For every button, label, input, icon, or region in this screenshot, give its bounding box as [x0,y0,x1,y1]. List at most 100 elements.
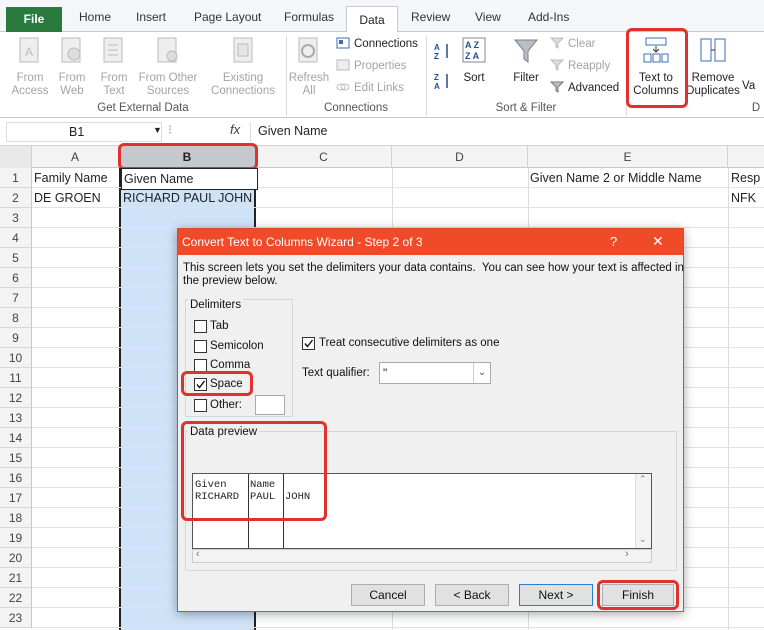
tab-checkbox[interactable] [194,320,207,333]
row-header-17[interactable]: 17 [0,488,32,508]
chevron-down-icon[interactable]: ▼ [153,125,162,135]
row-header-12[interactable]: 12 [0,388,32,408]
column-header-f-partial[interactable] [728,146,764,168]
row-header-18[interactable]: 18 [0,508,32,528]
from-other-sources-button[interactable]: From Other Sources [134,36,202,98]
row-header-11[interactable]: 11 [0,368,32,388]
reapply-button[interactable]: Reapply [550,58,610,74]
comma-checkbox-label: Comma [210,359,251,371]
filter-icon [513,39,539,63]
next-button[interactable]: Next > [519,584,593,606]
cell-f2[interactable]: NFK [729,188,764,208]
row-header-7[interactable]: 7 [0,288,32,308]
cell-e1[interactable]: Given Name 2 or Middle Name [528,168,730,188]
column-header-a[interactable]: A [32,146,119,168]
cell-a2[interactable]: DE GROEN [32,188,121,208]
scroll-left-icon[interactable]: ‹ [196,548,200,560]
tab-view[interactable]: View [475,10,501,24]
tab-insert[interactable]: Insert [136,10,166,24]
back-button[interactable]: < Back [435,584,509,606]
connections-button[interactable]: Connections [336,36,418,52]
column-header-d[interactable]: D [392,146,528,168]
select-all-corner[interactable] [0,146,32,168]
ribbon: A From Access From Web From Text From Ot… [0,28,764,118]
row-header-23[interactable]: 23 [0,608,32,628]
tab-page-layout[interactable]: Page Layout [194,10,261,24]
properties-button[interactable]: Properties [336,58,406,74]
tab-add-ins[interactable]: Add-Ins [528,10,569,24]
scroll-up-icon[interactable]: ⌃ [639,474,647,485]
separator-handle-icon[interactable]: ⁝ [168,122,182,140]
row-header-16[interactable]: 16 [0,468,32,488]
help-icon[interactable]: ? [610,234,617,249]
filter-button[interactable]: Filter [506,36,546,85]
cancel-button[interactable]: Cancel [351,584,425,606]
from-text-button[interactable]: From Text [94,36,134,98]
tab-data[interactable]: Data [346,6,398,34]
svg-text:Z A: Z A [465,51,480,61]
close-icon[interactable]: ✕ [652,233,664,250]
row-header-3[interactable]: 3 [0,208,32,228]
refresh-all-button[interactable]: Refresh All [288,36,330,98]
row-header-19[interactable]: 19 [0,528,32,548]
dialog-description: This screen lets you set the delimiters … [183,262,684,287]
sort-button[interactable]: A ZZ A Sort [456,36,492,85]
existing-connections-button[interactable]: Existing Connections [208,36,278,98]
other-checkbox[interactable] [194,399,207,412]
cell-f1[interactable]: Resp [729,168,764,188]
text-qualifier-select[interactable]: " ⌄ [379,362,491,384]
row-header-22[interactable]: 22 [0,588,32,608]
text-file-icon [103,37,123,63]
row-header-20[interactable]: 20 [0,548,32,568]
semicolon-checkbox-label: Semicolon [210,340,264,352]
remove-duplicates-icon [700,38,726,62]
row-header-10[interactable]: 10 [0,348,32,368]
properties-icon [336,59,350,71]
data-validation-button-partial[interactable]: Va [742,78,755,94]
row-header-21[interactable]: 21 [0,568,32,588]
edit-links-button[interactable]: Edit Links [336,80,404,96]
svg-text:A Z: A Z [465,40,480,50]
tab-file[interactable]: File [6,7,62,32]
tab-formulas[interactable]: Formulas [284,10,334,24]
row-header-8[interactable]: 8 [0,308,32,328]
row-header-9[interactable]: 9 [0,328,32,348]
from-web-button[interactable]: From Web [52,36,92,98]
svg-text:Z: Z [434,52,439,60]
column-header-c[interactable]: C [256,146,392,168]
cell-b2[interactable]: RICHARD PAUL JOHN [121,188,256,208]
from-access-button[interactable]: A From Access [8,36,52,98]
scroll-down-icon[interactable]: ⌄ [639,534,647,545]
row-header-14[interactable]: 14 [0,428,32,448]
clear-button[interactable]: Clear [550,36,595,52]
row-header-13[interactable]: 13 [0,408,32,428]
tab-review[interactable]: Review [411,10,450,24]
preview-horizontal-scrollbar[interactable]: ‹ › [192,548,652,563]
row-header-5[interactable]: 5 [0,248,32,268]
sort-az-icon[interactable]: AZ [434,42,452,60]
scroll-right-icon[interactable]: › [625,548,629,560]
dialog-title-bar[interactable]: Convert Text to Columns Wizard - Step 2 … [178,229,683,255]
insert-function-icon[interactable]: fx [230,122,240,137]
column-header-e[interactable]: E [528,146,728,168]
other-delimiter-input[interactable] [255,395,285,415]
cell-b1[interactable]: Given Name [121,168,258,190]
sort-za-icon[interactable]: ZA [434,72,452,90]
row-header-4[interactable]: 4 [0,228,32,248]
row-header-1[interactable]: 1 [0,168,32,188]
tab-home[interactable]: Home [79,10,111,24]
advanced-button[interactable]: Advanced [550,80,619,96]
formula-content[interactable]: Given Name [258,124,327,138]
row-header-15[interactable]: 15 [0,448,32,468]
row-header-6[interactable]: 6 [0,268,32,288]
semicolon-checkbox[interactable] [194,340,207,353]
consecutive-delimiters-label: Treat consecutive delimiters as one [319,337,500,349]
row-header-2[interactable]: 2 [0,188,32,208]
dialog-title: Convert Text to Columns Wizard - Step 2 … [182,235,423,249]
cell-a1[interactable]: Family Name [32,168,121,188]
consecutive-delimiters-checkbox[interactable] [302,337,315,350]
remove-duplicates-button[interactable]: Remove Duplicates [686,36,740,98]
preview-vertical-scrollbar[interactable]: ⌃ ⌄ [635,474,651,548]
chevron-down-icon[interactable]: ⌄ [473,363,490,383]
name-box[interactable]: B1 ▼ [6,122,162,142]
